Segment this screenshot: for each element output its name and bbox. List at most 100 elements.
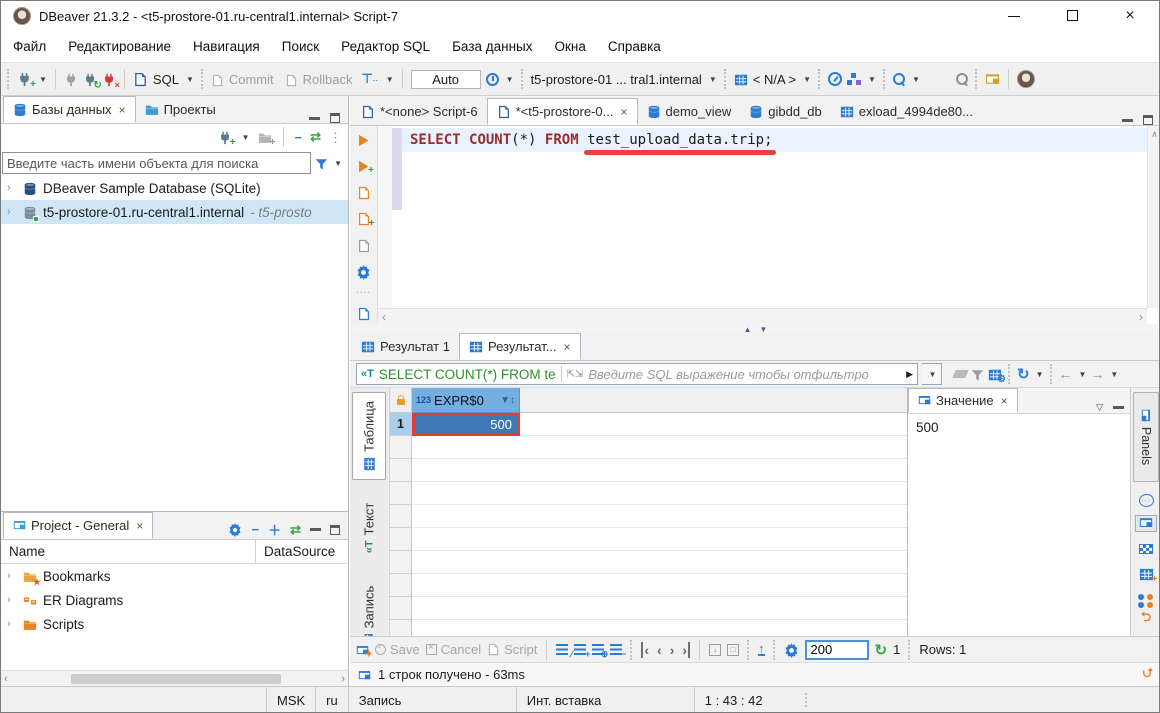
open-perspective-icon[interactable]	[985, 71, 1000, 87]
delete-row-icon[interactable]: −	[610, 644, 622, 655]
apply-filter-icon[interactable]: ▶	[906, 369, 913, 380]
menu-sql-editor[interactable]: Редактор SQL	[341, 39, 430, 54]
sql-line-1[interactable]: SELECT COUNT(*) FROM test_upload_data.tr…	[402, 128, 1147, 152]
commit-mode-combo[interactable]: Auto	[411, 70, 481, 89]
scroll-left-icon[interactable]: ‹	[4, 673, 8, 685]
fetch-size-input[interactable]	[805, 640, 869, 660]
menu-edit[interactable]: Редактирование	[68, 39, 171, 54]
disconnect-icon[interactable]: ×	[102, 71, 116, 87]
tab-demo-view[interactable]: demo_view	[638, 98, 741, 125]
scroll-left-icon[interactable]: ‹	[382, 310, 386, 324]
panel-refresh-icon[interactable]: ⮌	[1141, 608, 1151, 630]
editor-horizontal-scrollbar[interactable]: ‹ ›	[378, 308, 1147, 324]
editor-minimize-icon[interactable]	[1122, 119, 1133, 122]
filter-history-dropdown-icon[interactable]: ▼	[922, 363, 942, 385]
collapse-all-icon[interactable]: −	[251, 522, 259, 537]
calc-panel-icon[interactable]	[1139, 544, 1153, 554]
nav-forward-dropdown-icon[interactable]: ▼	[1110, 370, 1118, 379]
script-button[interactable]: Script	[487, 642, 537, 657]
project-horizontal-scrollbar[interactable]: ‹ ›	[1, 670, 348, 686]
dbeaver-perspective-icon[interactable]	[1017, 70, 1035, 88]
tab-result-1[interactable]: Результат 1	[352, 333, 459, 360]
sql-editor-dropdown-icon[interactable]: ▼	[186, 75, 194, 84]
editor-vertical-scrollbar[interactable]: ∧	[1147, 126, 1160, 308]
row-header-1[interactable]: 1	[390, 413, 412, 436]
new-connection-dropdown-icon[interactable]: ▼	[39, 75, 47, 84]
explain-plan-icon[interactable]	[357, 237, 371, 253]
export-result-icon[interactable]	[357, 306, 371, 322]
sql-editor-label[interactable]: SQL	[153, 72, 179, 87]
reconnect-icon[interactable]: ↻	[83, 71, 97, 87]
project-settings-icon[interactable]	[228, 522, 242, 538]
pin-result-icon[interactable]: ✦	[356, 642, 369, 657]
save-button[interactable]: Save	[375, 642, 420, 657]
tab-close-icon[interactable]: ×	[136, 519, 143, 533]
tab-script-6[interactable]: *<none> Script-6	[352, 98, 487, 125]
edit-cell-icon[interactable]: ∕	[556, 644, 568, 655]
sash-down-icon[interactable]: ▼	[760, 325, 768, 334]
transaction-log-icon[interactable]	[486, 73, 499, 86]
panels-toggle-button[interactable]: Panels	[1133, 392, 1159, 482]
execute-script-icon[interactable]	[357, 184, 371, 200]
panel-maximize-icon[interactable]	[330, 113, 340, 123]
selected-cell-value[interactable]: 500	[412, 413, 520, 436]
active-connection-combo[interactable]: t5-prostore-01 ... tral1.internal	[531, 72, 702, 87]
filter-funnel-icon[interactable]	[315, 155, 328, 170]
tab-close-icon[interactable]: ×	[119, 103, 126, 117]
new-connection-toolbar-dropdown-icon[interactable]: ▼	[242, 133, 250, 142]
panel-minimize-icon[interactable]	[309, 117, 320, 120]
duplicate-row-icon[interactable]: ⊕	[592, 644, 604, 655]
expand-chevron-icon[interactable]: ›	[7, 594, 17, 606]
column-datasource[interactable]: DataSource	[256, 544, 335, 559]
expand-chevron-icon[interactable]: ›	[7, 182, 17, 194]
value-panel-menu-icon[interactable]: ▽	[1096, 402, 1103, 413]
expand-all-icon[interactable]: ＋	[268, 520, 281, 539]
maximize-button[interactable]	[1043, 8, 1101, 24]
link-editor-icon[interactable]: ⇄	[310, 129, 321, 145]
grid-row-1[interactable]: 1 500	[390, 413, 907, 436]
network-profile-icon[interactable]	[847, 73, 861, 85]
close-button[interactable]: ×	[1101, 7, 1159, 25]
filter-settings-icon[interactable]	[971, 366, 984, 381]
object-search-input[interactable]	[2, 152, 311, 174]
tree-item-er-diagrams[interactable]: › ER Diagrams	[1, 588, 348, 612]
add-row-icon[interactable]: +	[574, 644, 586, 655]
grouping-panel-icon[interactable]: ∙∙∙	[1139, 494, 1154, 507]
tree-item-sample-db[interactable]: › DBeaver Sample Database (SQLite)	[1, 176, 348, 200]
result-settings-icon[interactable]	[784, 641, 799, 657]
dashboard-icon[interactable]	[828, 72, 842, 86]
grid-config-icon[interactable]: ⚙	[988, 366, 1002, 382]
result-grid[interactable]: 123 EXPR$0 ▼↕ 1 500	[390, 388, 907, 636]
tab-script-7[interactable]: *<t5-prostore-0... ×	[487, 98, 638, 125]
filter-dropdown-icon[interactable]: ▼	[334, 159, 342, 168]
tab-close-icon[interactable]: ×	[620, 105, 627, 119]
tab-close-icon[interactable]: ×	[564, 340, 571, 354]
panel-minimize-icon[interactable]	[310, 528, 321, 531]
expand-chevron-icon[interactable]: ›	[7, 206, 17, 218]
search-metadata-icon[interactable]	[893, 73, 905, 85]
search-dropdown-icon[interactable]: ▼	[912, 75, 920, 84]
value-panel-minimize-icon[interactable]	[1113, 406, 1124, 409]
filter-combo[interactable]: «T SELECT COUNT(*) FROM te ⇱⇲ Введите SQ…	[356, 363, 918, 385]
column-name[interactable]: Name	[1, 540, 256, 563]
row-count-icon[interactable]: □	[727, 644, 739, 656]
tab-project-general[interactable]: Project - General ×	[3, 512, 153, 539]
nav-forward-icon[interactable]: →	[1090, 366, 1104, 382]
tree-item-scripts[interactable]: › Scripts	[1, 612, 348, 636]
cancel-button[interactable]: Cancel	[426, 642, 481, 657]
refresh-dropdown-icon[interactable]: ▼	[1036, 370, 1044, 379]
scroll-right-icon[interactable]: ›	[341, 673, 345, 685]
column-header-expr0[interactable]: 123 EXPR$0 ▼↕	[412, 388, 520, 413]
active-database-combo[interactable]: < N/A >	[753, 72, 796, 87]
scroll-thumb[interactable]	[71, 674, 281, 684]
commit-button[interactable]: Commit	[229, 72, 274, 87]
tab-projects[interactable]: Проекты	[136, 96, 225, 123]
database-dropdown-icon[interactable]: ▼	[803, 75, 811, 84]
transaction-mode-icon[interactable]: ⊤∙∙	[362, 71, 379, 87]
rollback-button[interactable]: Rollback	[303, 72, 353, 87]
refresh-result-icon[interactable]: ↻	[1017, 365, 1030, 383]
tab-exload[interactable]: exload_4994de80...	[831, 98, 982, 125]
transaction-dropdown-icon[interactable]: ▼	[386, 75, 394, 84]
quick-search-icon[interactable]	[956, 73, 968, 85]
menu-windows[interactable]: Окна	[554, 39, 585, 54]
